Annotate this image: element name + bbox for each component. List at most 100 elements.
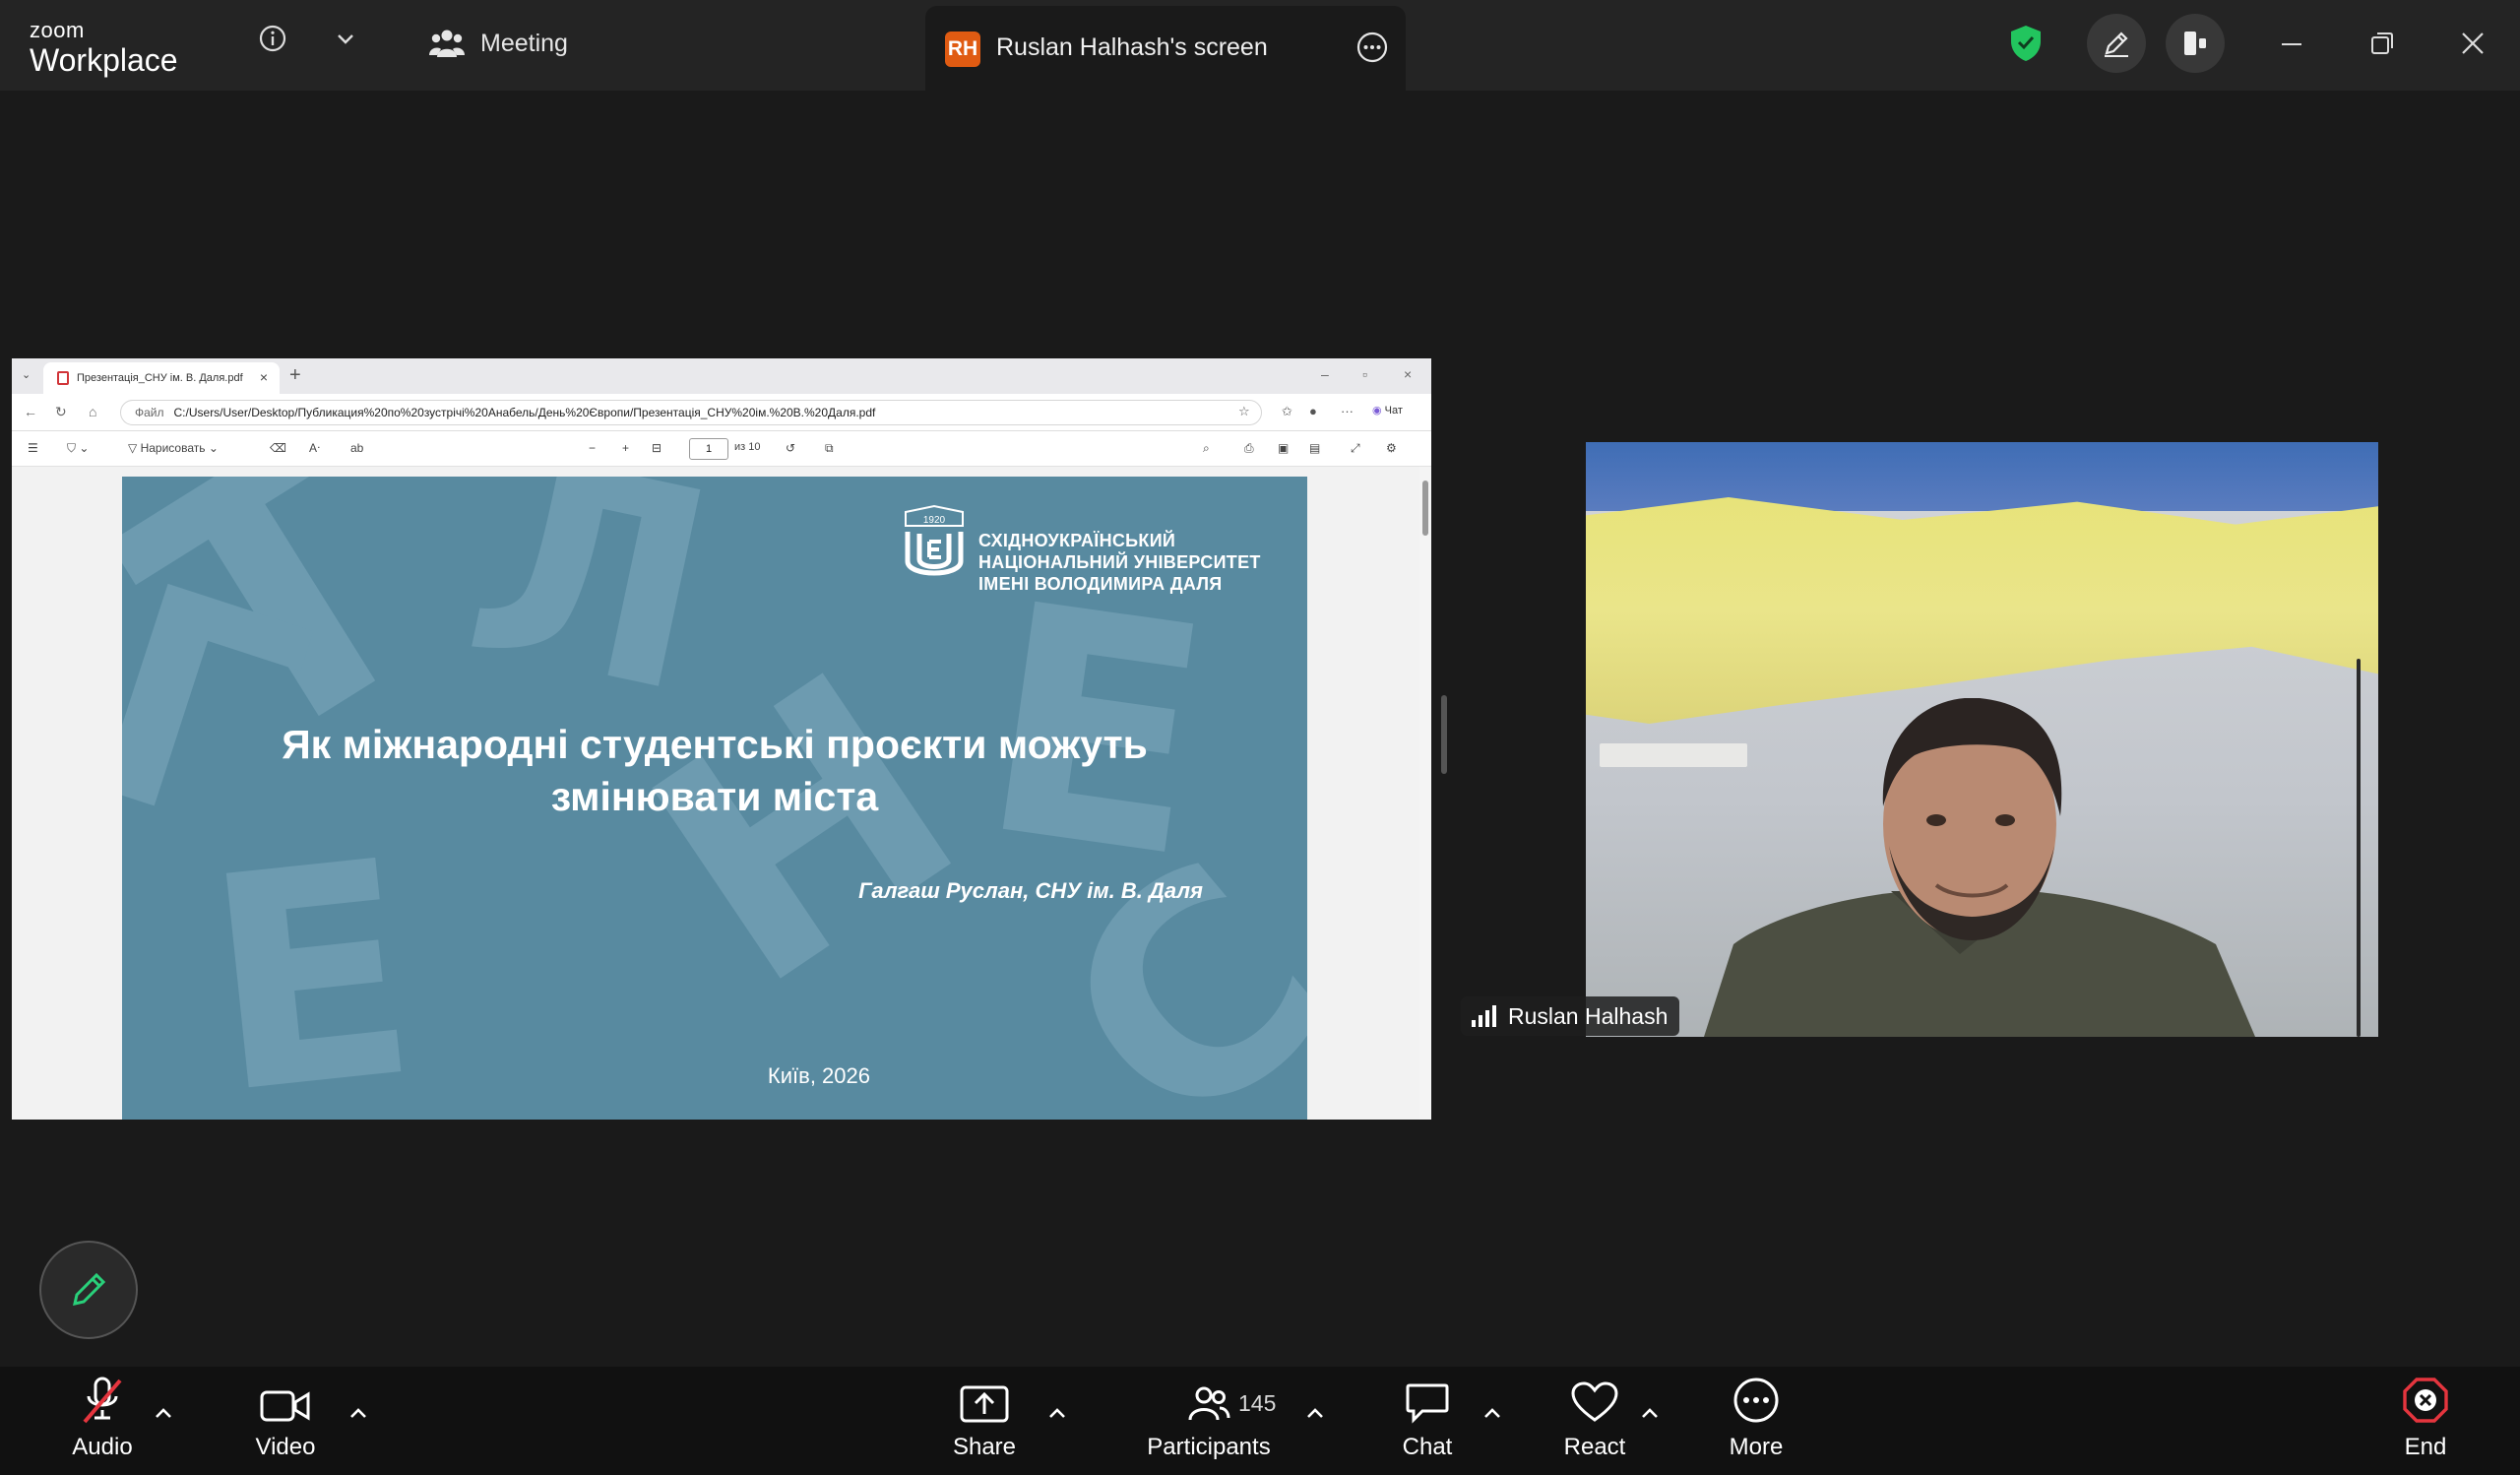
participant-person: [1704, 698, 2255, 1037]
slide-author: Галгаш Руслан, СНУ ім. В. Даля: [858, 878, 1203, 903]
page-total: из 10: [734, 441, 761, 453]
react-button[interactable]: React: [1545, 1367, 1644, 1475]
save-icon[interactable]: ▣: [1278, 441, 1289, 455]
contents-list-icon[interactable]: ☰: [28, 441, 38, 455]
audio-button[interactable]: Audio: [53, 1367, 152, 1475]
tab-list-chevron-icon[interactable]: ⌄: [22, 368, 31, 381]
copilot-icon: ◉: [1372, 405, 1382, 417]
university-name: СХІДНОУКРАЇНСЬКИЙ НАЦІОНАЛЬНИЙ УНІВЕРСИТ…: [978, 530, 1261, 595]
refresh-icon[interactable]: ↻: [55, 404, 67, 420]
video-button[interactable]: Video: [236, 1367, 335, 1475]
video-camera-icon: [260, 1390, 310, 1422]
info-icon[interactable]: [256, 22, 289, 55]
slide-title-line1: Як міжнародні студентські проєкти можуть: [282, 722, 1148, 767]
read-aloud-icon[interactable]: Aᐧ: [309, 441, 320, 455]
shared-screen-tab[interactable]: RH Ruslan Halhash's screen: [925, 6, 1406, 91]
signal-strength-icon: [1472, 1005, 1496, 1027]
participant-video-tile[interactable]: [1586, 442, 2378, 1037]
close-window-icon[interactable]: [2459, 30, 2487, 62]
more-options-icon[interactable]: [1354, 30, 1390, 70]
url-text: C:/Users/User/Desktop/Публикация%20по%20…: [173, 406, 876, 419]
heart-icon: [1571, 1381, 1618, 1422]
url-field[interactable]: Файл C:/Users/User/Desktop/Публикация%20п…: [120, 400, 1262, 425]
browser-address-bar: ← ↻ ⌂ Файл C:/Users/User/Desktop/Публикац…: [12, 394, 1431, 431]
video-label: Video: [255, 1434, 316, 1460]
share-options-caret-icon[interactable]: [1047, 1406, 1067, 1425]
meeting-label: Meeting: [480, 29, 568, 57]
new-tab-icon[interactable]: +: [289, 364, 301, 387]
draw-label: Нарисовать: [140, 441, 206, 455]
page-number-input[interactable]: 1: [689, 438, 728, 460]
top-bar: zoom Workplace Meeting RH Ruslan Halhash…: [0, 0, 2520, 91]
audio-label: Audio: [72, 1434, 133, 1460]
shared-screen-content[interactable]: ⌄ Презентація_СНУ ім. В. Даля.pdf × + – …: [12, 358, 1431, 1120]
zoom-workplace-logo: zoom Workplace: [30, 20, 178, 78]
audio-options-caret-icon[interactable]: [154, 1406, 173, 1425]
profile-avatar-icon[interactable]: ●: [1309, 404, 1317, 418]
copilot-chat-button[interactable]: ◉ Чат: [1372, 404, 1403, 417]
participants-count: 145: [1238, 1390, 1277, 1416]
encryption-shield-icon[interactable]: [2008, 24, 2044, 68]
logo-line2: НАЦІОНАЛЬНИЙ УНІВЕРСИТЕТ: [978, 552, 1261, 572]
chat-button[interactable]: Chat: [1378, 1367, 1477, 1475]
presenter-avatar-badge: RH: [945, 32, 980, 67]
translate-icon[interactable]: ab: [350, 441, 363, 455]
restore-window-icon[interactable]: [2368, 30, 2396, 62]
print-icon[interactable]: ⎙: [1244, 441, 1254, 456]
meeting-controls-bar: Audio Video Share Participants 145 Chat …: [0, 1367, 2520, 1475]
favorites-icon[interactable]: ✩: [1282, 404, 1292, 419]
slide-title-line2: змінювати міста: [550, 774, 879, 819]
shared-screen-title: Ruslan Halhash's screen: [996, 33, 1268, 61]
chat-label: Chat: [1402, 1434, 1453, 1460]
browser-tab[interactable]: Презентація_СНУ ім. В. Даля.pdf ×: [43, 362, 280, 394]
end-meeting-button[interactable]: End: [2376, 1367, 2475, 1475]
meeting-menu-button[interactable]: Meeting: [429, 28, 568, 59]
rotate-icon[interactable]: ↺: [786, 441, 795, 455]
favorite-star-icon[interactable]: ☆: [1238, 404, 1250, 419]
url-scheme-label: Файл: [135, 406, 164, 419]
participants-button[interactable]: Participants: [1140, 1367, 1278, 1475]
pdf-scrollbar[interactable]: [1419, 467, 1431, 1120]
participants-options-caret-icon[interactable]: [1305, 1406, 1325, 1425]
draw-button[interactable]: ▽ Нарисовать ⌄: [128, 441, 219, 455]
highlight-icon[interactable]: ⛉ ⌄: [67, 441, 89, 456]
participant-name-tag: Ruslan Halhash: [1461, 996, 1680, 1036]
panel-splitter-handle[interactable]: [1441, 695, 1447, 774]
share-label: Share: [952, 1434, 1017, 1460]
video-options-caret-icon[interactable]: [348, 1406, 368, 1425]
save-as-icon[interactable]: ▤: [1309, 441, 1320, 455]
annotation-pencil-button[interactable]: [39, 1241, 138, 1339]
browser-minimize-icon[interactable]: –: [1321, 366, 1329, 382]
home-icon[interactable]: ⌂: [89, 404, 96, 419]
zoom-out-icon[interactable]: −: [589, 441, 596, 455]
pdf-settings-icon[interactable]: ⚙: [1386, 441, 1397, 455]
fit-page-icon[interactable]: ⊟: [652, 441, 662, 455]
chat-options-caret-icon[interactable]: [1482, 1406, 1502, 1425]
share-button[interactable]: Share: [935, 1367, 1034, 1475]
annotate-pen-icon[interactable]: [2087, 14, 2146, 73]
react-label: React: [1563, 1434, 1626, 1460]
browser-close-icon[interactable]: ×: [1404, 366, 1412, 382]
scrollbar-thumb[interactable]: [1422, 481, 1428, 536]
wall-cable: [2357, 659, 2361, 1037]
react-options-caret-icon[interactable]: [1640, 1406, 1660, 1425]
eraser-icon[interactable]: ⌫: [270, 441, 286, 455]
chevron-down-icon[interactable]: [329, 22, 362, 55]
browser-menu-icon[interactable]: ···: [1341, 404, 1354, 418]
more-button[interactable]: More: [1707, 1367, 1805, 1475]
back-arrow-icon[interactable]: ←: [24, 404, 37, 419]
logo-line1: СХІДНОУКРАЇНСЬКИЙ: [978, 531, 1176, 550]
pdf-search-icon[interactable]: ⌕: [1203, 441, 1210, 456]
browser-tab-strip: ⌄ Презентація_СНУ ім. В. Даля.pdf × + – …: [12, 358, 1431, 394]
view-layout-icon[interactable]: [2166, 14, 2225, 73]
close-tab-icon[interactable]: ×: [260, 369, 268, 385]
browser-restore-icon[interactable]: ▫: [1362, 366, 1367, 382]
share-screen-icon: [960, 1385, 1009, 1423]
brand-line2: Workplace: [30, 42, 178, 78]
participant-name: Ruslan Halhash: [1508, 1002, 1669, 1029]
page-view-icon[interactable]: ⧉: [825, 441, 834, 456]
chat-bubble-icon: [1406, 1383, 1449, 1424]
minimize-window-icon[interactable]: [2278, 30, 2305, 62]
zoom-in-icon[interactable]: +: [622, 441, 629, 455]
fullscreen-icon[interactable]: ⤢: [1351, 441, 1360, 456]
